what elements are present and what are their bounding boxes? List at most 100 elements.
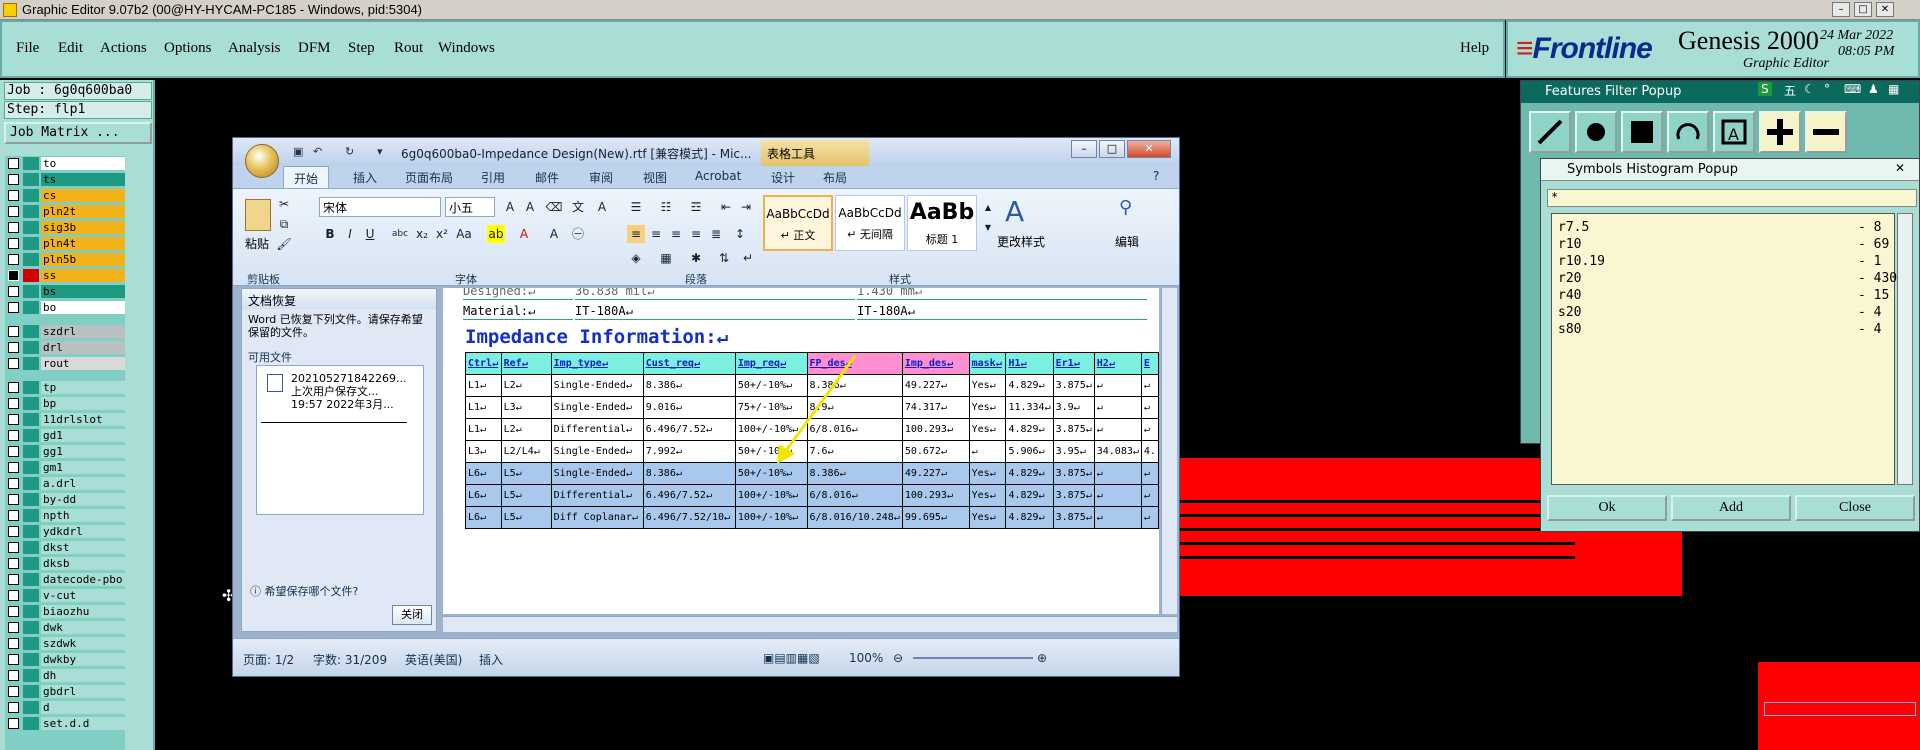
list-item[interactable]: r10 - 69 (1558, 237, 1898, 254)
layer-row[interactable]: d (5, 700, 125, 715)
paste-icon[interactable] (245, 199, 271, 231)
document-horizontal-scrollbar[interactable] (443, 616, 1177, 632)
text-tool-icon[interactable]: A (1713, 111, 1755, 153)
maximize-button[interactable]: □ (1854, 2, 1872, 17)
borders-icon[interactable]: ▦ (657, 249, 675, 267)
style-heading1[interactable]: AaBb 标题 1 (907, 195, 977, 251)
line-spacing-icon[interactable]: ↕ (731, 225, 749, 243)
layer-swatch[interactable] (23, 589, 39, 602)
layer-name[interactable]: bp (41, 397, 125, 410)
layer-checkbox[interactable] (8, 286, 19, 297)
arc-tool-icon[interactable] (1667, 111, 1709, 153)
menu-options[interactable]: Options (164, 40, 212, 57)
layer-name[interactable]: dh (41, 669, 125, 682)
layer-row[interactable]: pln2t (5, 204, 125, 219)
quick-access-more-icon[interactable]: ▾ (377, 145, 391, 159)
zoom-in-icon[interactable]: ⊕ (1037, 651, 1047, 665)
phonetic-icon[interactable]: 文 (569, 198, 587, 216)
word-minimize-button[interactable]: – (1071, 140, 1097, 158)
layer-row[interactable]: tp (5, 380, 125, 395)
punct-icon[interactable]: ° (1824, 82, 1830, 96)
remove-icon[interactable] (1805, 111, 1847, 153)
layer-name[interactable]: bo (41, 301, 125, 314)
layer-swatch[interactable] (23, 477, 39, 490)
document-vertical-scrollbar[interactable] (1161, 288, 1177, 614)
user-icon[interactable]: ♟ (1868, 82, 1879, 96)
layer-row[interactable]: szdrl (5, 324, 125, 339)
layer-row[interactable]: datecode-pbo (5, 572, 125, 587)
layer-row[interactable]: cs (5, 188, 125, 203)
list-item[interactable]: s80 - 4 (1558, 322, 1898, 339)
layer-name[interactable]: bs (41, 285, 125, 298)
layer-checkbox[interactable] (8, 558, 19, 569)
layer-checkbox[interactable] (8, 462, 19, 473)
ime-mode-icon[interactable]: 五 (1784, 82, 1796, 99)
status-insert-mode[interactable]: 插入 (479, 651, 503, 668)
layer-name[interactable]: dksb (41, 557, 125, 570)
tab-view[interactable]: 视图 (643, 169, 667, 186)
show-marks-icon[interactable]: ↵ (739, 249, 757, 267)
layer-checkbox[interactable] (8, 606, 19, 617)
layer-swatch[interactable] (23, 381, 39, 394)
zoom-out-icon[interactable]: ⊖ (893, 651, 903, 665)
layer-swatch[interactable] (23, 397, 39, 410)
layer-checkbox[interactable] (8, 190, 19, 201)
list-item[interactable]: r20 - 430 (1558, 271, 1898, 288)
tab-acrobat[interactable]: Acrobat (695, 169, 741, 183)
layer-row[interactable]: pln5b (5, 252, 125, 267)
word-close-button[interactable]: ✕ (1127, 140, 1171, 158)
table-row[interactable]: L6↵ L5↵ Diff Coplanar↵ 6.496/7.52/10↵ 100+/-… (465, 506, 1159, 529)
layer-name[interactable]: sig3b (41, 221, 125, 234)
ok-button[interactable]: Ok (1547, 495, 1667, 521)
tab-page-layout[interactable]: 页面布局 (405, 169, 453, 186)
layer-swatch[interactable] (23, 509, 39, 522)
layer-swatch[interactable] (23, 461, 39, 474)
layer-name[interactable]: by-dd (41, 493, 125, 506)
layer-swatch[interactable] (23, 541, 39, 554)
layer-name[interactable]: a.drl (41, 477, 125, 490)
layer-name[interactable]: cs (41, 189, 125, 202)
symbol-list-scrollbar[interactable] (1897, 213, 1913, 485)
justify-icon[interactable]: ≡ (687, 225, 705, 243)
layer-row[interactable]: drl (5, 340, 125, 355)
highlight-icon[interactable]: ab (487, 225, 505, 243)
menu-analysis[interactable]: Analysis (228, 40, 281, 57)
layer-swatch[interactable] (23, 413, 39, 426)
table-row[interactable]: L6↵ L5↵ Differential↵ 6.496/7.52↵ 100+/-10%↵… (465, 484, 1159, 507)
recovery-close-button[interactable]: 关闭 (392, 605, 432, 625)
menu-file[interactable]: File (16, 40, 39, 57)
multilevel-list-icon[interactable]: ☲ (687, 198, 705, 216)
popup-close-icon[interactable]: ✕ (1895, 161, 1905, 175)
layer-checkbox[interactable] (8, 302, 19, 313)
layer-swatch[interactable] (23, 205, 39, 218)
zoom-slider[interactable] (913, 657, 1033, 659)
pad-tool-icon[interactable] (1575, 111, 1617, 153)
layer-swatch[interactable] (23, 653, 39, 666)
chinese-layout-icon[interactable]: ✱ (687, 249, 705, 267)
numbering-icon[interactable]: ☷ (657, 198, 675, 216)
job-matrix-button[interactable]: Job Matrix ... (4, 122, 152, 144)
layer-checkbox[interactable] (8, 238, 19, 249)
superscript-icon[interactable]: x² (433, 225, 451, 243)
layer-swatch[interactable] (23, 285, 39, 298)
layer-name[interactable]: pln5b (41, 253, 125, 266)
layer-checkbox[interactable] (8, 254, 19, 265)
layer-row[interactable]: gd1 (5, 428, 125, 443)
layer-checkbox[interactable] (8, 270, 19, 281)
layer-checkbox[interactable] (8, 382, 19, 393)
layer-swatch[interactable] (23, 221, 39, 234)
layer-swatch[interactable] (23, 341, 39, 354)
help-icon[interactable]: ? (1153, 169, 1159, 183)
subscript-icon[interactable]: x₂ (413, 225, 431, 243)
style-normal[interactable]: AaBbCcDd ↵ 正文 (763, 195, 833, 251)
view-buttons-icon[interactable]: ▣▤▥▦▧ (763, 651, 820, 665)
font-color-icon[interactable]: A (515, 225, 533, 243)
layer-swatch[interactable] (23, 157, 39, 170)
layer-checkbox[interactable] (8, 574, 19, 585)
layer-swatch[interactable] (23, 669, 39, 682)
layer-row[interactable]: by-dd (5, 492, 125, 507)
layer-checkbox[interactable] (8, 702, 19, 713)
format-painter-icon[interactable]: 🖌 (275, 235, 293, 253)
sort-icon[interactable]: ⇅ (715, 249, 733, 267)
layer-swatch[interactable] (23, 357, 39, 370)
